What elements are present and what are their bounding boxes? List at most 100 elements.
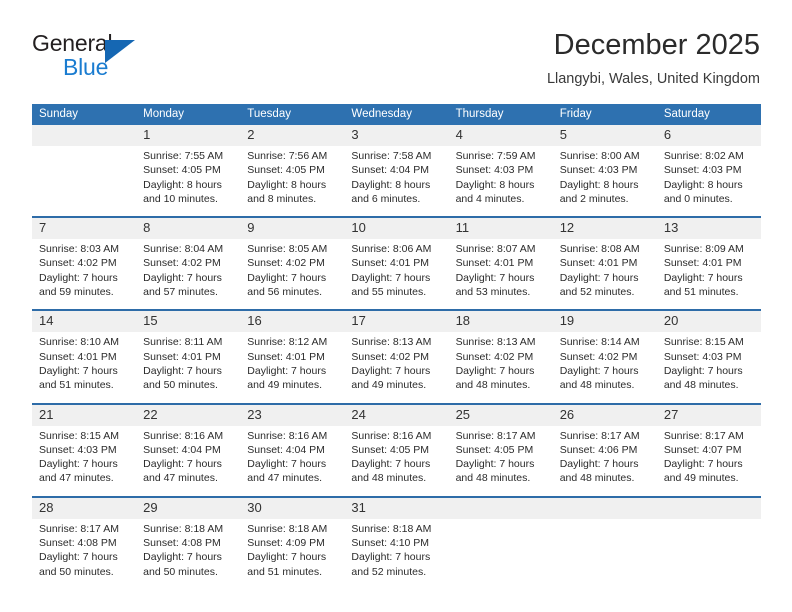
day-detail-cell[interactable]: Sunrise: 8:09 AM Sunset: 4:01 PM Daylight:… [656,239,761,311]
daylight-text-line1: Daylight: 8 hours [143,178,222,191]
day-detail-cell[interactable]: Sunrise: 8:02 AM Sunset: 4:03 PM Daylight:… [656,146,761,218]
day-detail-cell[interactable]: Sunrise: 8:11 AM Sunset: 4:01 PM Daylight:… [136,332,241,404]
day-detail-cell[interactable]: Sunrise: 7:55 AM Sunset: 4:05 PM Daylight:… [136,146,241,218]
sunset-text: Sunset: 4:05 PM [143,164,221,177]
daylight-text-line2: and 47 minutes. [143,472,218,485]
day-detail-cell[interactable]: Sunrise: 7:59 AM Sunset: 4:03 PM Daylight:… [448,146,553,218]
day-detail-cell[interactable]: Sunrise: 8:00 AM Sunset: 4:03 PM Daylight:… [552,146,657,218]
daylight-text-line1: Daylight: 7 hours [559,458,639,471]
day-number-cell[interactable]: 27 [656,402,761,426]
sunset-text: Sunset: 4:01 PM [39,350,117,363]
week-daynumber-row: 28 29 30 31 [32,495,761,519]
title-block: December 2025 Llangybi, Wales, United Ki… [547,28,760,90]
daylight-text-line2: and 49 minutes. [351,379,427,392]
daylight-text-line1: Daylight: 7 hours [247,458,327,471]
daylight-text-line2: and 51 minutes. [247,565,322,578]
day-detail-cell[interactable]: Sunrise: 8:15 AM Sunset: 4:03 PM Daylight:… [32,425,137,497]
sunrise-text: Sunrise: 8:13 AM [351,336,432,349]
sunset-text: Sunset: 4:04 PM [247,443,325,456]
sunset-text: Sunset: 4:08 PM [39,537,117,550]
sunrise-text: Sunrise: 8:06 AM [351,243,432,256]
day-number-cell[interactable]: 10 [344,216,449,240]
day-number-cell[interactable]: 2 [240,125,345,146]
day-detail-cell[interactable]: Sunrise: 8:17 AM Sunset: 4:06 PM Daylight:… [552,425,657,497]
day-detail-cell[interactable]: Sunrise: 8:17 AM Sunset: 4:08 PM Daylight:… [32,518,137,589]
week-detail-row: Sunrise: 7:55 AM Sunset: 4:05 PM Daylight:… [32,146,761,218]
day-detail-cell[interactable]: Sunrise: 8:12 AM Sunset: 4:01 PM Daylight:… [240,332,345,404]
day-number-cell[interactable]: 1 [136,125,241,146]
calendar-page: General Blue December 2025 Llangybi, Wal… [0,0,792,612]
day-number-cell[interactable]: 18 [448,309,553,333]
sunset-text: Sunset: 4:02 PM [143,257,221,270]
sunrise-sunset-calendar: Sunday Monday Tuesday Wednesday Thursday… [32,104,761,589]
day-number-cell[interactable]: 21 [32,402,137,426]
day-number-cell[interactable]: 20 [656,309,761,333]
week-daynumber-row: 7 8 9 10 11 12 13 [32,216,761,240]
day-detail-cell[interactable]: Sunrise: 8:04 AM Sunset: 4:02 PM Daylight:… [136,239,241,311]
day-number-cell[interactable]: 24 [344,402,449,426]
day-number-cell[interactable]: 23 [240,402,345,426]
day-detail-cell[interactable]: Sunrise: 8:16 AM Sunset: 4:05 PM Daylight:… [344,425,449,497]
day-detail-cell[interactable]: Sunrise: 8:08 AM Sunset: 4:01 PM Daylight:… [552,239,657,311]
day-number-cell[interactable]: 3 [344,125,449,146]
day-detail-cell[interactable]: Sunrise: 8:18 AM Sunset: 4:10 PM Daylight:… [344,518,449,589]
day-number-cell[interactable]: 31 [344,495,449,519]
day-detail-cell[interactable]: Sunrise: 8:18 AM Sunset: 4:08 PM Daylight:… [136,518,241,589]
day-number-cell[interactable]: 8 [136,216,241,240]
sunrise-text: Sunrise: 7:56 AM [247,150,328,162]
day-number-cell[interactable]: 25 [448,402,553,426]
day-number-cell[interactable]: 28 [32,495,137,519]
daylight-text-line2: and 10 minutes. [143,192,218,205]
daylight-text-line2: and 0 minutes. [663,192,733,205]
day-detail-cell[interactable]: Sunrise: 8:03 AM Sunset: 4:02 PM Daylight:… [32,239,137,311]
day-number-cell[interactable]: 7 [32,216,137,240]
daylight-text-line2: and 48 minutes. [559,472,635,485]
daylight-text-line2: and 6 minutes. [351,192,421,205]
day-detail-cell[interactable]: Sunrise: 8:15 AM Sunset: 4:03 PM Daylight:… [656,332,761,404]
daylight-text-line1: Daylight: 8 hours [351,178,431,191]
sunrise-text: Sunrise: 8:00 AM [559,150,640,162]
sunrise-text: Sunrise: 8:18 AM [247,522,328,535]
general-blue-logo: General Blue [32,30,232,90]
week-daynumber-row: 123456 [32,125,761,146]
day-detail-cell[interactable]: Sunrise: 8:16 AM Sunset: 4:04 PM Daylight:… [240,425,345,497]
day-detail-cell[interactable]: Sunrise: 8:05 AM Sunset: 4:02 PM Daylight:… [240,239,345,311]
day-number-cell[interactable]: 14 [32,309,137,333]
day-number-cell[interactable]: 17 [344,309,449,333]
day-detail-cell[interactable]: Sunrise: 8:13 AM Sunset: 4:02 PM Daylight:… [344,332,449,404]
day-number-cell[interactable]: 6 [656,125,761,146]
day-detail-cell-empty [552,518,657,589]
day-number-cell[interactable]: 15 [136,309,241,333]
daylight-text-line1: Daylight: 7 hours [351,551,431,564]
day-number-cell[interactable]: 29 [136,495,241,519]
day-detail-cell[interactable]: Sunrise: 8:17 AM Sunset: 4:07 PM Daylight:… [656,425,761,497]
day-number-cell[interactable]: 30 [240,495,345,519]
day-number-cell[interactable]: 12 [552,216,657,240]
day-detail-cell[interactable]: Sunrise: 8:10 AM Sunset: 4:01 PM Daylight:… [32,332,137,404]
sunrise-text: Sunrise: 8:18 AM [143,522,224,535]
day-number-cell[interactable]: 16 [240,309,345,333]
sunrise-text: Sunrise: 8:14 AM [559,336,640,349]
weekday-header-thursday: Thursday [448,104,553,125]
daylight-text-line1: Daylight: 7 hours [39,458,118,471]
day-detail-cell[interactable]: Sunrise: 8:14 AM Sunset: 4:02 PM Daylight:… [552,332,657,404]
day-detail-cell[interactable]: Sunrise: 8:13 AM Sunset: 4:02 PM Daylight:… [448,332,553,404]
day-number-cell[interactable]: 4 [448,125,553,146]
day-detail-cell[interactable]: Sunrise: 8:18 AM Sunset: 4:09 PM Daylight:… [240,518,345,589]
day-number-cell[interactable]: 26 [552,402,657,426]
daylight-text-line2: and 47 minutes. [39,472,114,485]
day-detail-cell[interactable]: Sunrise: 8:06 AM Sunset: 4:01 PM Daylight:… [344,239,449,311]
day-detail-cell[interactable]: Sunrise: 7:56 AM Sunset: 4:05 PM Daylight:… [240,146,345,218]
daylight-text-line1: Daylight: 7 hours [39,551,118,564]
day-detail-cell[interactable]: Sunrise: 8:07 AM Sunset: 4:01 PM Daylight:… [448,239,553,311]
day-number-cell[interactable]: 13 [656,216,761,240]
day-detail-cell[interactable]: Sunrise: 8:17 AM Sunset: 4:05 PM Daylight:… [448,425,553,497]
day-detail-cell[interactable]: Sunrise: 7:58 AM Sunset: 4:04 PM Daylight:… [344,146,449,218]
day-number-cell[interactable]: 11 [448,216,553,240]
day-number-cell[interactable]: 19 [552,309,657,333]
daylight-text-line1: Daylight: 7 hours [455,458,535,471]
day-number-cell[interactable]: 22 [136,402,241,426]
day-number-cell[interactable]: 5 [552,125,657,146]
day-number-cell[interactable]: 9 [240,216,345,240]
day-detail-cell[interactable]: Sunrise: 8:16 AM Sunset: 4:04 PM Daylight:… [136,425,241,497]
